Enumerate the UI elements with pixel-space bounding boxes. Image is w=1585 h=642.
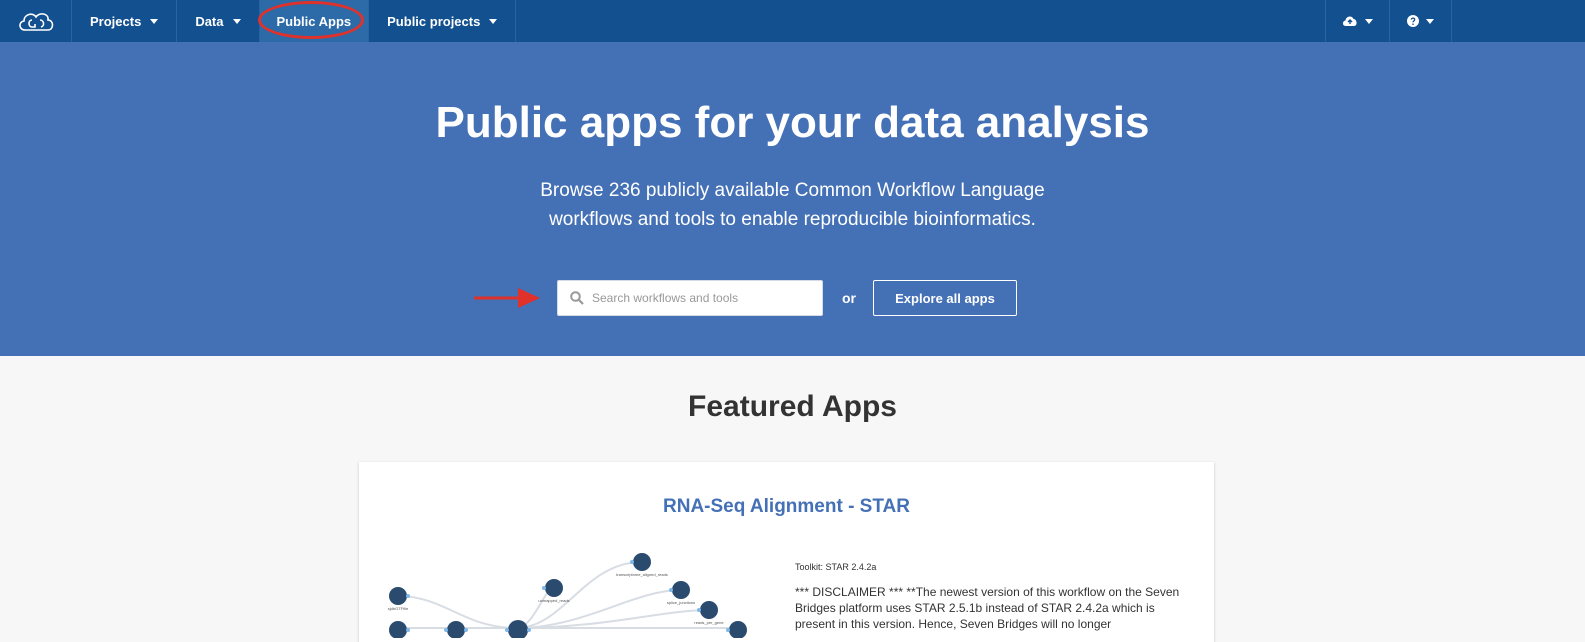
workflow-node [545, 579, 563, 597]
nav-public-apps-label: Public Apps [276, 13, 352, 29]
hero-banner: Public apps for your data analysis Brows… [0, 42, 1585, 356]
chevron-down-icon [232, 18, 241, 24]
hero-subtitle-line-1: Browse 236 publicly available Common Wor… [540, 180, 1045, 201]
workflow-node [389, 587, 407, 605]
node-label-sjdbgtffile: sjdbGTFfile [388, 606, 409, 611]
top-navbar: Projects Data Public Apps Public project… [0, 0, 1585, 42]
help-menu[interactable] [1389, 0, 1451, 42]
cloud-upload-icon [1342, 16, 1357, 26]
hero-title: Public apps for your data analysis [435, 98, 1150, 147]
workflow-node [447, 621, 465, 638]
nav-public-apps[interactable]: Public Apps [257, 0, 370, 42]
search-input[interactable] [592, 291, 812, 305]
nav-projects-label: Projects [90, 13, 142, 29]
search-icon [570, 291, 584, 305]
workflow-node [729, 621, 747, 638]
chevron-down-icon [489, 18, 498, 24]
workflow-diagram: sjdbGTFfile unmapped_reads transcriptome… [388, 553, 747, 638]
nav-projects[interactable]: Projects [72, 0, 178, 42]
or-label: or [842, 290, 856, 306]
help-circle-icon [1407, 15, 1419, 27]
node-label-transcriptome-aligned-reads: transcriptome_aligned_reads [616, 572, 668, 577]
hero-subtitle: Browse 236 publicly available Common Wor… [0, 176, 1585, 234]
chevron-down-icon [1365, 18, 1373, 24]
app-card-title[interactable]: RNA-Seq Alignment - STAR [359, 496, 1214, 518]
workflow-node [672, 581, 690, 599]
nav-public-projects-label: Public projects [387, 13, 481, 29]
app-toolkit: Toolkit: STAR 2.4.2a [795, 562, 877, 572]
chevron-down-icon [150, 18, 159, 24]
featured-apps-heading: Featured Apps [688, 390, 897, 423]
app-description: *** DISCLAIMER *** **The newest version … [795, 585, 1180, 631]
explore-all-apps-button[interactable]: Explore all apps [873, 280, 1017, 316]
workflow-node [508, 620, 528, 638]
upload-menu[interactable] [1325, 0, 1389, 42]
search-box[interactable] [557, 280, 823, 316]
hero-subtitle-line-2: workflows and tools to enable reproducib… [549, 209, 1036, 230]
nav-data[interactable]: Data [177, 0, 260, 42]
workflow-node [633, 553, 651, 571]
workflow-node [389, 621, 407, 638]
chevron-down-icon [1426, 18, 1434, 24]
node-label-unmapped-reads: unmapped_reads [538, 598, 569, 603]
featured-app-card[interactable]: RNA-Seq Alignment - STAR sjdbGTFfile unm… [359, 462, 1214, 642]
nav-public-projects[interactable]: Public projects [369, 0, 517, 42]
node-label-splice-junctions: splice_junctions [667, 600, 695, 605]
user-menu[interactable] [1451, 0, 1585, 42]
node-label-reads-per-gene: reads_per_gene [694, 620, 724, 625]
logo-cloud-icon[interactable] [0, 0, 72, 42]
workflow-node [700, 601, 718, 619]
red-arrow-annotation-icon [474, 288, 540, 308]
nav-data-label: Data [195, 13, 224, 29]
